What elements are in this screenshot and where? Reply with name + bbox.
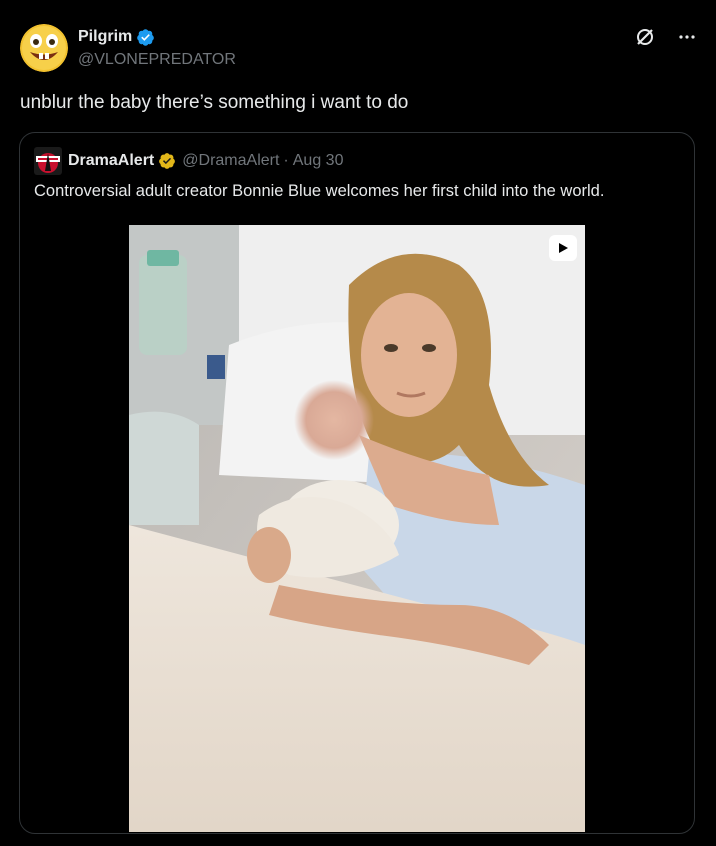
user-handle[interactable]: @VLONEPREDATOR <box>78 51 236 69</box>
display-name[interactable]: Pilgrim <box>78 28 132 46</box>
quote-separator: · <box>283 152 289 169</box>
quote-video-thumbnail[interactable] <box>129 225 585 832</box>
grinning-emoji-avatar-icon <box>20 24 68 72</box>
play-icon[interactable] <box>549 235 577 261</box>
top-actions <box>634 26 698 48</box>
user-avatar[interactable] <box>20 24 68 72</box>
quote-text: Controversial adult creator Bonnie Blue … <box>34 182 605 200</box>
gold-verified-badge-icon[interactable] <box>158 152 176 170</box>
verified-badge-icon[interactable] <box>136 28 155 47</box>
tweet: Pilgrim @VLONEPREDATOR unblur the baby t… <box>0 0 716 846</box>
author-block: Pilgrim @VLONEPREDATOR <box>78 27 236 69</box>
quote-display-name[interactable]: DramaAlert <box>68 152 154 170</box>
grok-icon[interactable] <box>634 26 656 48</box>
more-options-icon[interactable] <box>676 26 698 48</box>
quote-handle[interactable]: @DramaAlert <box>182 152 279 170</box>
quote-date[interactable]: Aug 30 <box>293 152 344 170</box>
post-text: unblur the baby there’s something i want… <box>20 92 409 113</box>
dramaalert-logo-icon <box>34 147 62 175</box>
quote-avatar[interactable] <box>34 147 62 175</box>
video-thumbnail-image <box>129 225 585 832</box>
quoted-tweet[interactable]: DramaAlert @DramaAlert · Aug 30 Controve… <box>19 132 695 834</box>
quote-header: DramaAlert @DramaAlert · Aug 30 <box>34 147 343 175</box>
